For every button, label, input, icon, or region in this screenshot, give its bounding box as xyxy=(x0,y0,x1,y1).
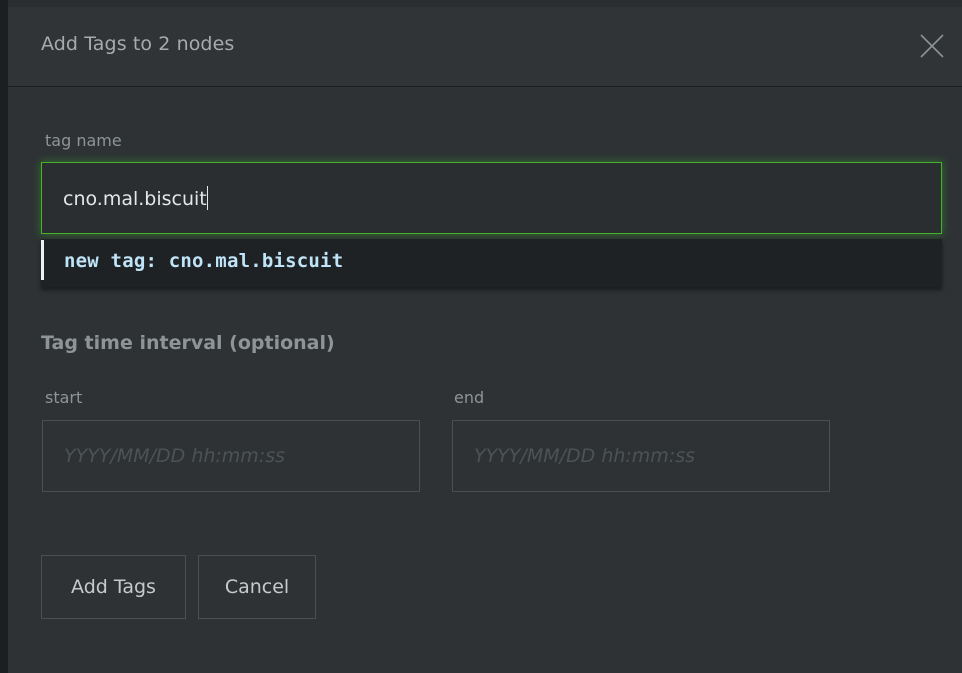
dialog-title: Add Tags to 2 nodes xyxy=(41,33,235,55)
tag-name-label: tag name xyxy=(45,131,122,150)
end-date-input[interactable] xyxy=(452,420,830,492)
cancel-button[interactable]: Cancel xyxy=(198,555,316,619)
interval-section-title: Tag time interval (optional) xyxy=(41,332,335,354)
start-date-input[interactable] xyxy=(42,420,420,492)
background-strip xyxy=(0,0,8,673)
text-caret xyxy=(206,186,208,210)
add-tags-button[interactable]: Add Tags xyxy=(41,555,186,619)
dialog-header: Add Tags to 2 nodes xyxy=(8,7,962,87)
tag-name-input[interactable]: cno.mal.biscuit xyxy=(41,162,942,234)
tag-suggestion-item[interactable]: new tag: cno.mal.biscuit xyxy=(41,239,942,287)
tag-name-value: cno.mal.biscuit xyxy=(63,188,207,210)
screen: Add Tags to 2 nodes tag name cno.mal.bis… xyxy=(0,0,962,673)
suggestion-highlight-bar xyxy=(41,240,44,280)
end-label: end xyxy=(454,388,485,407)
close-icon xyxy=(920,34,944,58)
add-tags-dialog: Add Tags to 2 nodes tag name cno.mal.bis… xyxy=(8,7,962,673)
suggestion-text: new tag: cno.mal.biscuit xyxy=(64,250,344,272)
start-label: start xyxy=(45,388,83,407)
close-button[interactable] xyxy=(919,33,945,59)
